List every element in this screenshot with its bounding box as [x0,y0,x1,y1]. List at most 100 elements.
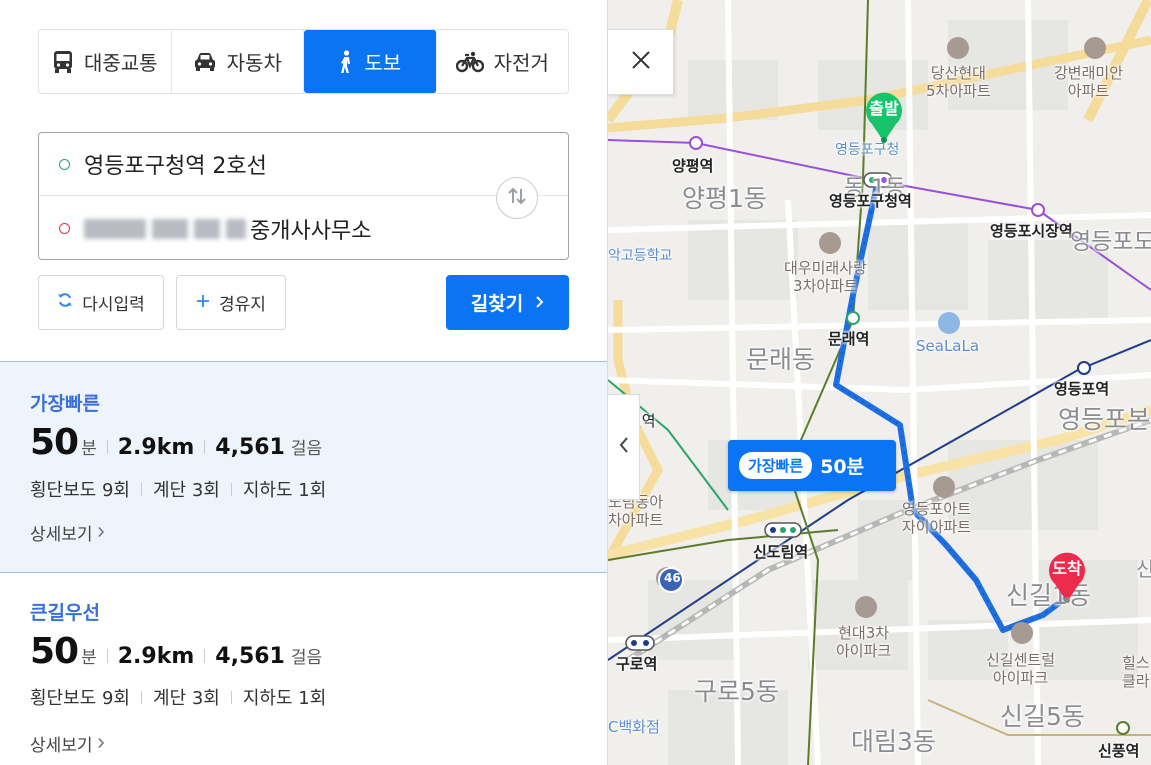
tab-car-label: 자동차 [226,51,282,75]
route-result-main-road[interactable]: 큰길우선 50 분 2.9km 4,561 걸음 횡단보도 9회 계단 3회 지… [0,574,607,765]
result-time: 50 [30,422,79,463]
plus-icon [196,293,210,313]
result-time-unit: 분 [81,439,97,459]
search-label: 길찾기 [470,293,524,315]
start-pin-label: 출발 [869,99,899,118]
car-icon [193,51,217,73]
result-steps-unit: 걸음 [290,648,323,668]
start-field[interactable]: 영등포구청역 2호선 [39,133,568,196]
label-yeongdeungpobon: 영등포본 [1058,405,1151,434]
label-yeongdeungpo-station: 영등포역 [1054,380,1110,398]
destination-pin[interactable]: 도착 [1045,548,1089,604]
stairs-count: 계단 3회 [152,688,220,709]
divider [140,482,142,496]
result-time: 50 [30,631,79,672]
detail-link[interactable]: 상세보기 [30,731,105,756]
waypoint-label: 경유지 [219,295,266,315]
start-dot-icon [59,158,70,170]
label-daewoo-apt: 대우미래사랑 3차아파트 [784,259,867,295]
reset-label: 다시입력 [82,295,145,315]
detail-link[interactable]: 상세보기 [30,520,105,545]
crosswalk-count: 횡단보도 9회 [30,480,130,501]
start-value: 영등포구청역 2호선 [84,154,267,179]
detail-label: 상세보기 [30,525,93,545]
label-central-ipark: 신길센트럴 아이파크 [986,651,1056,687]
label-edge: 신 [1136,557,1151,581]
label-sealala: SeaLaLa [916,337,980,355]
result-label: 가장빠른 [30,393,100,415]
tab-car[interactable]: 자동차 [172,30,304,93]
find-route-button[interactable]: 길찾기 [446,275,569,330]
destination-dot-icon [59,223,70,234]
label-mullaedong: 문래동 [746,345,816,374]
result-label: 큰길우선 [30,602,100,624]
divider [140,690,142,704]
tab-walk-label: 도보 [364,51,402,75]
refresh-icon [57,292,73,313]
swap-icon [506,186,528,210]
detail-label: 상세보기 [30,736,93,756]
walk-icon [338,49,354,74]
tab-walk[interactable]: 도보 [304,30,437,93]
divider [106,649,108,663]
underpass-count: 지하도 1회 [242,480,327,501]
label-hyundai3-apt: 현대3차 아이파크 [836,624,892,660]
destination-pin-label: 도착 [1052,559,1082,578]
divider [204,440,206,454]
result-steps: 4,561 [215,644,285,669]
label-yangpyeong1dong: 양평1동 [682,184,767,213]
label-yangpyeong-station: 양평역 [672,157,714,175]
map-view[interactable]: 당산현대 5차아파트 강변래미안 아파트 영등포구청 양평역 양평1동 동 1동… [608,0,1151,765]
add-waypoint-button[interactable]: 경유지 [176,275,286,330]
app-root: 대중교통 자동차 도보 자전거 영등포구청역 2호선 중개사사무소 다시입력 경… [0,0,1151,765]
divider [106,440,108,454]
label-art-xi-apt: 영등포아트 자이아파트 [902,500,972,536]
destination-field[interactable]: 중개사사무소 [39,197,489,260]
label-dept-store: C백화점 [608,718,660,736]
chevron-left-icon [619,436,629,458]
route-result-fastest[interactable]: 가장빠른 50 분 2.9km 4,561 걸음 횡단보도 9회 계단 3회 지… [0,361,607,573]
stairs-count: 계단 3회 [152,480,220,501]
label-guro-station: 구로역 [616,655,658,673]
destination-value: 중개사사무소 [250,218,372,244]
route-time-tag[interactable]: 가장빠른 50분 [728,440,896,491]
result-steps: 4,561 [215,435,285,460]
label-gucheong-station: 영등포구청역 [829,192,912,210]
result-details: 횡단보도 9회 계단 3회 지하도 1회 [30,684,326,710]
tab-transit[interactable]: 대중교통 [39,30,172,93]
bicycle-icon [455,51,484,73]
divider [204,649,206,663]
close-button[interactable] [608,29,674,95]
close-icon [630,49,652,75]
label-dangsan-apt: 당산현대 5차아파트 [926,64,991,100]
route-tag-label: 가장빠른 [739,452,813,479]
label-yeongdeungpodo: 영등포도동 [1070,229,1151,255]
result-time-unit: 분 [81,648,97,668]
chevron-right-icon [97,734,105,754]
underpass-count: 지하도 1회 [242,688,327,709]
result-distance: 2.9km [117,644,195,669]
chevron-right-icon [535,292,544,314]
route-tag-time: 50분 [820,456,865,478]
swap-button[interactable] [496,177,538,219]
label-hills: 힐스 클라 [1122,654,1150,690]
result-stats: 50 분 2.9km 4,561 걸음 [30,422,322,463]
start-pin[interactable]: 출발 [862,88,906,144]
label-school: 악고등학교 [608,248,673,264]
label-mullae-station: 문래역 [828,330,870,348]
tab-bicycle-label: 자전거 [493,51,549,75]
label-guro5dong: 구로5동 [694,677,779,706]
tab-transit-label: 대중교통 [83,51,158,75]
reset-button[interactable]: 다시입력 [38,275,164,330]
result-distance: 2.9km [117,435,195,460]
label-sindorim-station: 신도림역 [753,543,809,561]
collapse-panel-button[interactable] [608,394,640,500]
route-input-box: 영등포구청역 2호선 중개사사무소 [38,132,569,260]
blurred-text [84,218,246,239]
label-daerim3dong: 대림3동 [851,727,936,756]
result-stats: 50 분 2.9km 4,561 걸음 [30,631,322,672]
label-singil5dong: 신길5동 [1000,702,1085,731]
tab-bicycle[interactable]: 자전거 [437,30,569,93]
bus-icon [52,50,74,74]
result-details: 횡단보도 9회 계단 3회 지하도 1회 [30,476,326,502]
